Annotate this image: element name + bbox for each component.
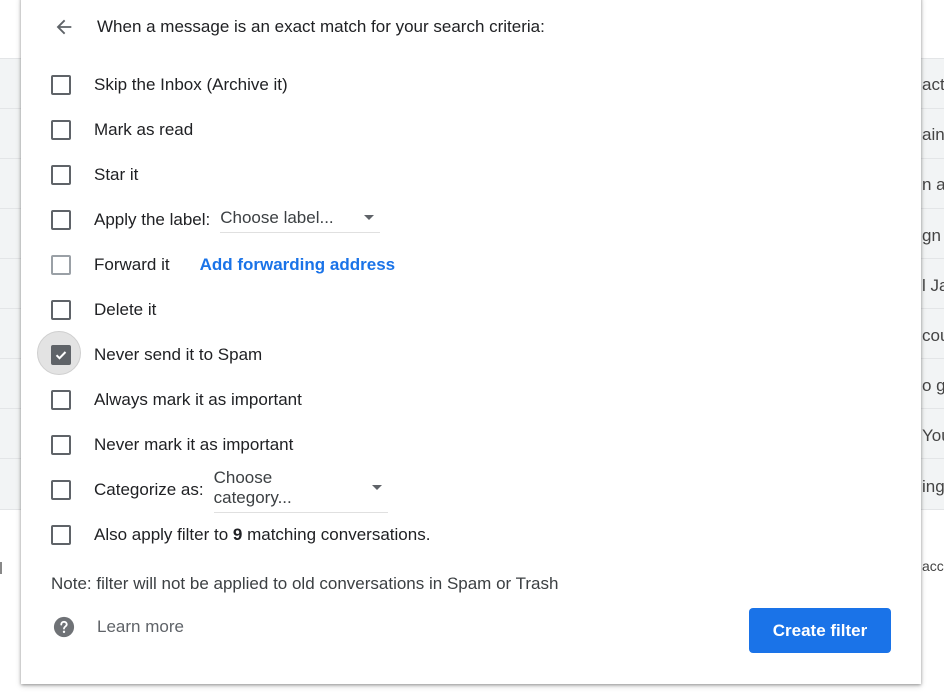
- background-mark: [0, 562, 2, 574]
- skip-inbox-checkbox[interactable]: [51, 75, 71, 95]
- option-mark-as-read[interactable]: Mark as read: [51, 115, 193, 145]
- option-categorize[interactable]: Categorize as: Choose category...: [51, 468, 388, 513]
- background-snippet: l Ja: [922, 276, 944, 295]
- help-icon: [53, 616, 75, 638]
- option-always-important[interactable]: Always mark it as important: [51, 385, 302, 415]
- back-arrow-icon[interactable]: [53, 16, 75, 38]
- option-never-spam[interactable]: Never send it to Spam: [37, 331, 263, 375]
- option-label: Always mark it as important: [94, 390, 302, 409]
- learn-more-text: Learn more: [97, 617, 184, 636]
- background-snippet: You: [922, 426, 944, 445]
- option-label: Delete it: [94, 300, 157, 319]
- learn-more-link[interactable]: Learn more: [53, 616, 184, 638]
- never-spam-checkbox-wrapper: [37, 331, 81, 375]
- category-select-value: Choose category...: [213, 467, 292, 507]
- create-filter-button[interactable]: Create filter: [749, 608, 891, 653]
- background-snippet: ing: [922, 477, 944, 496]
- mark-as-read-checkbox[interactable]: [51, 120, 71, 140]
- categorize-checkbox[interactable]: [51, 480, 71, 500]
- dropdown-caret-icon: [364, 215, 375, 220]
- filter-note: Note: filter will not be applied to old …: [51, 574, 559, 593]
- background-snippet: acc: [922, 558, 944, 574]
- option-star-it[interactable]: Star it: [51, 160, 138, 190]
- forward-it-checkbox[interactable]: [51, 255, 71, 275]
- never-important-checkbox[interactable]: [51, 435, 71, 455]
- background-snippet: cou: [922, 326, 944, 345]
- background-snippet: act: [922, 75, 944, 94]
- option-label: Mark as read: [94, 120, 194, 139]
- always-important-checkbox[interactable]: [51, 390, 71, 410]
- background-snippet: gn: [922, 226, 941, 245]
- checkmark-icon: [55, 351, 67, 360]
- option-label-prefix: Also apply filter to: [94, 525, 233, 544]
- label-select[interactable]: Choose label...: [220, 207, 381, 233]
- option-apply-to-matching[interactable]: Also apply filter to 9 matching conversa…: [51, 520, 430, 550]
- option-skip-inbox[interactable]: Skip the Inbox (Archive it): [51, 70, 288, 100]
- never-spam-checkbox[interactable]: [51, 345, 71, 365]
- background-snippet: n a: [922, 175, 944, 194]
- apply-to-matching-checkbox[interactable]: [51, 525, 71, 545]
- dialog-header-text: When a message is an exact match for you…: [97, 17, 545, 36]
- dropdown-caret-icon: [371, 485, 382, 490]
- background-snippet: ain: [922, 125, 944, 144]
- option-label: Also apply filter to 9 matching conversa…: [94, 525, 430, 545]
- matching-count: 9: [232, 525, 243, 544]
- star-it-checkbox[interactable]: [51, 165, 71, 185]
- delete-it-checkbox[interactable]: [51, 300, 71, 320]
- option-forward-it[interactable]: Forward it Add forwarding address: [51, 250, 395, 280]
- option-label: Apply the label:: [94, 210, 211, 229]
- option-label: Skip the Inbox (Archive it): [94, 75, 288, 94]
- create-filter-dialog: When a message is an exact match for you…: [21, 0, 921, 684]
- option-label: Forward it: [94, 255, 170, 274]
- dialog-header: When a message is an exact match for you…: [53, 14, 545, 40]
- option-label: Never send it to Spam: [94, 345, 263, 364]
- label-select-value: Choose label...: [220, 207, 334, 227]
- option-label: Never mark it as important: [94, 435, 294, 454]
- option-delete-it[interactable]: Delete it: [51, 295, 156, 325]
- background-snippet: o g: [922, 376, 944, 395]
- add-forwarding-address-link[interactable]: Add forwarding address: [200, 255, 396, 275]
- option-never-important[interactable]: Never mark it as important: [51, 430, 293, 460]
- option-label: Categorize as:: [94, 480, 204, 499]
- apply-label-checkbox[interactable]: [51, 210, 71, 230]
- option-apply-label[interactable]: Apply the label: Choose label...: [51, 205, 381, 235]
- option-label: Star it: [94, 165, 139, 184]
- option-label-suffix: matching conversations.: [242, 525, 431, 544]
- category-select[interactable]: Choose category...: [213, 467, 388, 513]
